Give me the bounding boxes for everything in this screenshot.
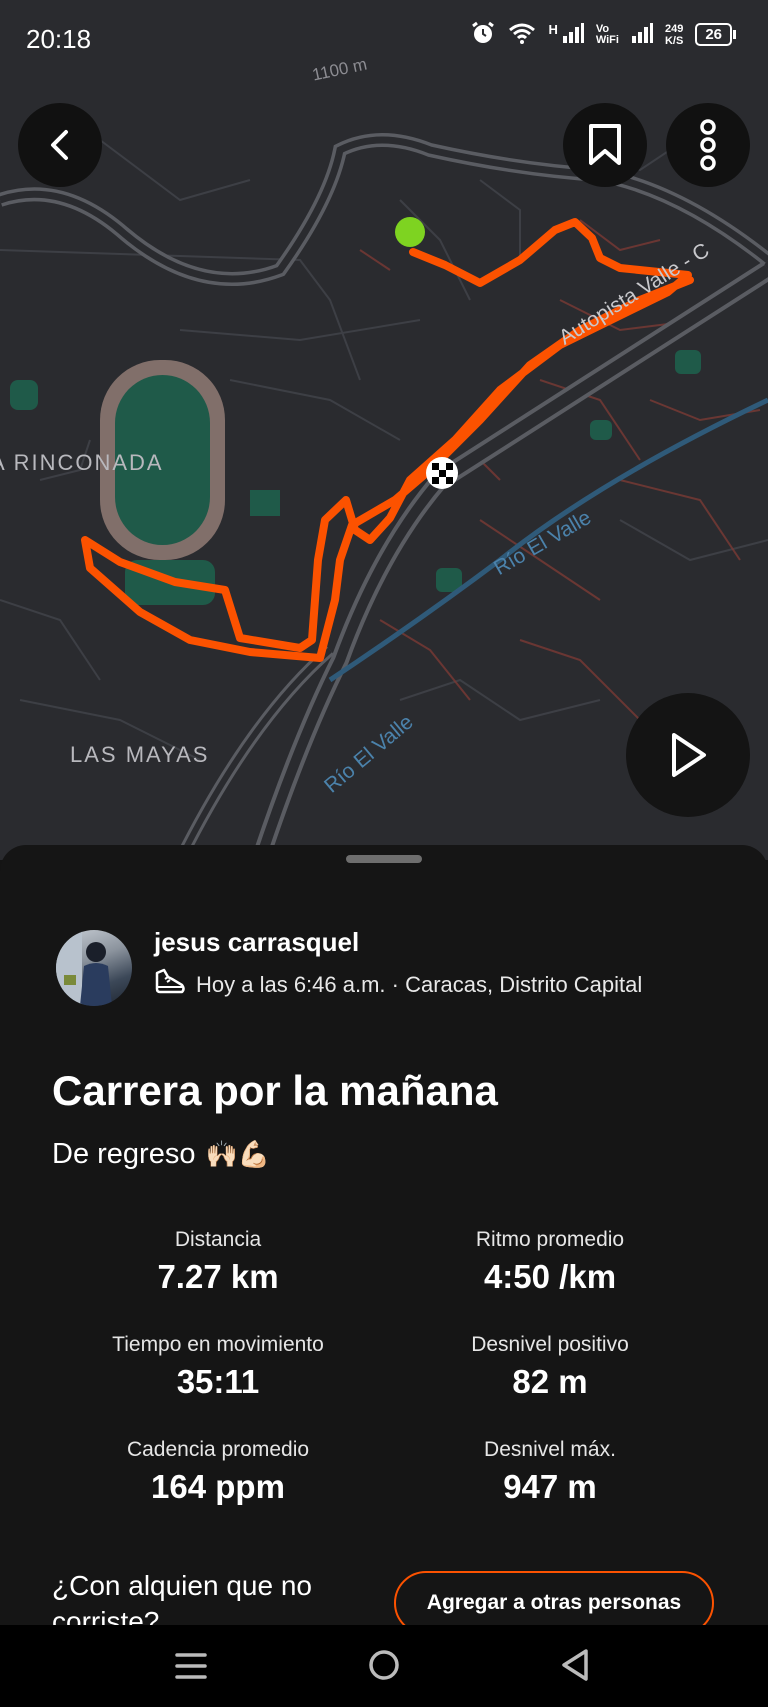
play-flyover-button[interactable] <box>626 693 750 817</box>
chevron-left-icon <box>51 130 68 160</box>
route-start-marker <box>395 217 425 247</box>
athlete-name[interactable]: jesus carrasquel <box>154 927 359 958</box>
bookmark-button[interactable] <box>563 103 647 187</box>
stat-elevation-gain: Desnivel positivo 82 m <box>400 1333 700 1401</box>
sheet-drag-handle[interactable] <box>346 855 422 863</box>
status-icons: H Vo WiFi 249 K/S 26 <box>470 20 736 49</box>
status-time: 20:18 <box>26 24 92 54</box>
stat-cadence: Cadencia promedio 164 ppm <box>68 1438 368 1506</box>
stat-label: Desnivel máx. <box>484 1438 616 1461</box>
home-circle-icon[interactable] <box>366 1647 402 1688</box>
avatar[interactable] <box>56 930 132 1006</box>
activity-meta-text: Hoy a las 6:46 a.m. · Caracas, Distrito … <box>196 972 643 997</box>
network-type: H <box>548 22 558 37</box>
stat-value: 82 m <box>512 1363 588 1400</box>
route-finish-marker <box>426 457 458 489</box>
stat-label: Ritmo promedio <box>475 1228 625 1251</box>
stat-label: Cadencia promedio <box>126 1438 310 1461</box>
stat-label: Tiempo en movimiento <box>112 1333 324 1356</box>
stat-max-elevation: Desnivel máx. 947 m <box>400 1438 700 1506</box>
back-button[interactable] <box>18 103 102 187</box>
stat-pace: Ritmo promedio 4:50 /km <box>400 1228 700 1296</box>
system-nav-bar <box>0 1625 768 1707</box>
map-label-rinconada: A RINCONADA <box>0 450 164 475</box>
more-vertical-icon <box>700 119 716 171</box>
status-bar: 20:18 H Vo WiFi 249 K/S 26 <box>0 0 768 78</box>
vowifi-label: Vo WiFi <box>595 22 619 46</box>
menu-icon[interactable] <box>174 1649 208 1688</box>
park-area <box>590 420 612 440</box>
stat-value: 4:50 /km <box>483 1258 617 1295</box>
wifi-icon <box>508 22 536 47</box>
running-shoe-icon <box>154 967 186 1003</box>
activity-description: De regreso 🙌🏻💪🏻 <box>52 1138 270 1171</box>
stat-moving-time: Tiempo en movimiento 35:11 <box>68 1333 368 1401</box>
play-icon <box>672 733 706 777</box>
park-area <box>675 350 701 374</box>
signal-icon <box>562 22 584 47</box>
map-label-las-mayas: LAS MAYAS <box>70 742 210 767</box>
back-triangle-icon[interactable] <box>558 1647 592 1688</box>
park-area <box>10 380 38 410</box>
activity-sheet: jesus carrasquel Hoy a las 6:46 a.m. · C… <box>0 845 768 1637</box>
activity-meta: Hoy a las 6:46 a.m. · Caracas, Distrito … <box>154 967 642 1003</box>
battery-icon: 26 <box>695 23 736 46</box>
alarm-icon <box>470 20 496 49</box>
description-emoji: 🙌🏻💪🏻 <box>205 1139 271 1169</box>
stat-label: Desnivel positivo <box>471 1333 629 1356</box>
stat-value: 164 ppm <box>151 1468 285 1505</box>
stat-value: 35:11 <box>176 1363 260 1400</box>
stat-value: 7.27 km <box>157 1258 279 1295</box>
stat-value: 947 m <box>503 1468 597 1505</box>
signal-icon <box>631 22 653 47</box>
stat-label: Distancia <box>174 1228 262 1251</box>
activity-title: Carrera por la mañana <box>52 1067 498 1114</box>
more-options-button[interactable] <box>666 103 750 187</box>
network-speed: 249 K/S <box>664 22 684 47</box>
bookmark-icon <box>589 124 621 165</box>
park-area <box>250 490 280 516</box>
stat-distance: Distancia 7.27 km <box>68 1228 368 1296</box>
description-text: De regreso <box>52 1138 196 1170</box>
